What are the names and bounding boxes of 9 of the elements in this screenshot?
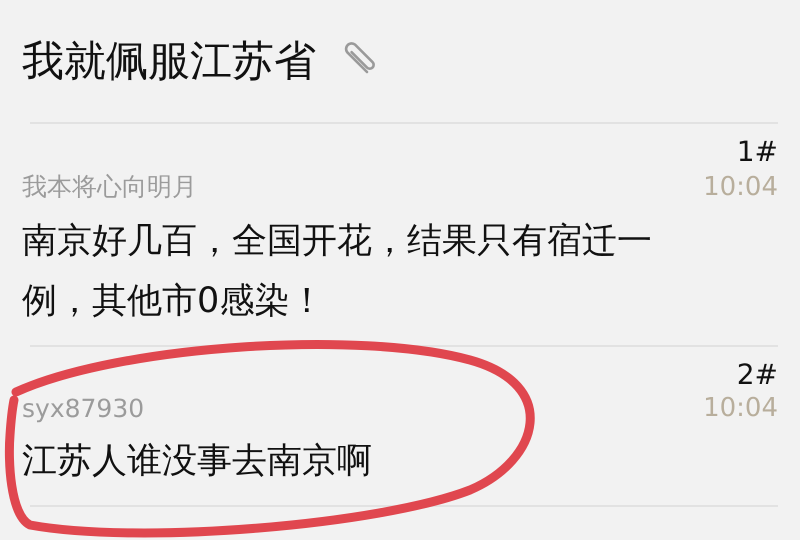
floor-number: 1# [736, 134, 778, 170]
post-time: 10:04 [703, 393, 778, 423]
post-text: 江苏人谁没事去南京啊 [22, 440, 373, 483]
author-name[interactable]: 我本将心向明月 [22, 170, 197, 203]
author-name[interactable]: syx87930 [22, 394, 144, 422]
post-time: 10:04 [703, 172, 778, 202]
thread-title: 我就佩服江苏省 [22, 35, 316, 87]
post-text: 南京好几百，全国开花，结果只有宿迁一例，其他市0感染！ [22, 220, 653, 323]
floor-number: 2# [736, 357, 778, 393]
